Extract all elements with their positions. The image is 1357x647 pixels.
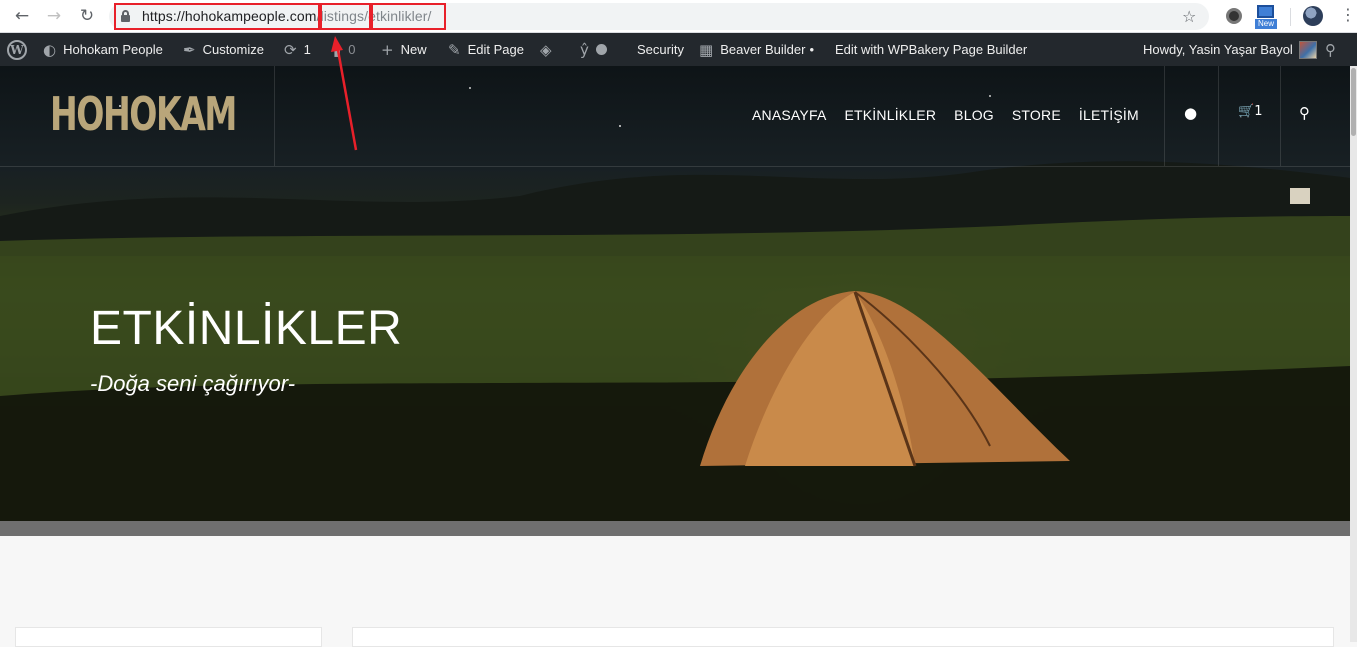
menu-item-store[interactable]: STORE bbox=[1012, 107, 1061, 123]
admin-new[interactable]: + New bbox=[381, 33, 427, 66]
content-area bbox=[0, 536, 1350, 647]
builder-icon: ▦ bbox=[699, 40, 714, 59]
header-cell-divider bbox=[1280, 66, 1281, 166]
sidebar-card bbox=[15, 627, 322, 647]
admin-howdy[interactable]: Howdy, Yasin Yaşar Bayol bbox=[1143, 33, 1317, 66]
menu-kebab-icon[interactable]: ⋮ bbox=[1340, 5, 1356, 24]
admin-beaver-builder[interactable]: ▦ Beaver Builder • bbox=[699, 33, 814, 66]
admin-updates[interactable]: ⟳ 1 bbox=[284, 33, 311, 66]
menu-item-blog[interactable]: BLOG bbox=[954, 107, 994, 123]
admin-yoast[interactable]: ŷ bbox=[580, 33, 621, 66]
profile-avatar[interactable] bbox=[1303, 6, 1323, 26]
screenshot-extension-icon[interactable]: New bbox=[1255, 5, 1277, 29]
back-arrow-icon[interactable]: ← bbox=[11, 5, 33, 27]
admin-search-icon[interactable]: ⚲ bbox=[1325, 33, 1343, 66]
brush-icon: ✒ bbox=[183, 40, 196, 59]
header-cell-divider bbox=[1164, 66, 1165, 166]
scrollbar-thumb[interactable] bbox=[1351, 68, 1356, 136]
wp-admin-bar: W ◐ Hohokam People ✒ Customize ⟳ 1 ▮ 0 + New … bbox=[0, 33, 1357, 66]
user-icon[interactable]: ● bbox=[1184, 104, 1197, 122]
toolbar-divider bbox=[1290, 8, 1291, 26]
admin-site-name[interactable]: ◐ Hohokam People bbox=[43, 33, 163, 66]
user-avatar bbox=[1298, 40, 1317, 59]
wordpress-logo-icon[interactable]: W bbox=[7, 33, 27, 66]
reload-icon[interactable]: ↻ bbox=[76, 5, 98, 27]
lock-icon bbox=[121, 10, 130, 22]
pencil-icon: ✎ bbox=[448, 40, 461, 59]
hero-bottom-band bbox=[0, 521, 1350, 536]
site-logo[interactable]: HOHOKAM bbox=[50, 89, 237, 139]
forward-arrow-icon[interactable]: → bbox=[43, 5, 65, 27]
refresh-icon: ⟳ bbox=[284, 40, 297, 59]
menu-item-anasayfa[interactable]: ANASAYFA bbox=[752, 107, 826, 123]
menu-item-etkinlikler[interactable]: ETKİNLİKLER bbox=[844, 107, 936, 123]
admin-customize[interactable]: ✒ Customize bbox=[183, 33, 264, 66]
extension-icon[interactable] bbox=[1226, 8, 1242, 24]
admin-edit-page[interactable]: ✎ Edit Page bbox=[448, 33, 524, 66]
plus-icon: + bbox=[381, 40, 394, 59]
page-subtitle: -Doğa seni çağırıyor- bbox=[90, 371, 296, 396]
bookmark-star-icon[interactable]: ☆ bbox=[1182, 7, 1196, 26]
comment-icon: ▮ bbox=[333, 40, 342, 59]
address-bar[interactable]: https://hohokampeople.com/listings/etkin… bbox=[109, 3, 1209, 30]
listing-card bbox=[352, 627, 1334, 647]
admin-security[interactable]: Security bbox=[637, 33, 684, 66]
plugin-diamond-icon[interactable]: ◈ bbox=[540, 33, 559, 66]
menu-item-iletisim[interactable]: İLETİŞİM bbox=[1079, 107, 1139, 123]
search-icon[interactable]: ⚲ bbox=[1299, 104, 1310, 122]
yoast-icon: ŷ bbox=[580, 40, 589, 59]
cart-icon[interactable]: 🛒1 bbox=[1238, 104, 1262, 119]
url-text: https://hohokampeople.com/listings/etkin… bbox=[142, 8, 432, 24]
seo-status-dot bbox=[595, 44, 607, 55]
admin-comments[interactable]: ▮ 0 bbox=[333, 33, 356, 66]
header-divider bbox=[0, 166, 1350, 167]
page-title: ETKİNLİKLER bbox=[90, 302, 403, 355]
header-cell-divider bbox=[1218, 66, 1219, 166]
logo-divider bbox=[274, 66, 275, 166]
main-menu: ANASAYFA ETKİNLİKLER BLOG STORE İLETİŞİM bbox=[752, 107, 1157, 123]
hero-section: HOHOKAM ANASAYFA ETKİNLİKLER BLOG STORE … bbox=[0, 66, 1350, 521]
dashboard-icon: ◐ bbox=[43, 40, 57, 59]
browser-toolbar: ← → ↻ https://hohokampeople.com/listings… bbox=[0, 0, 1357, 33]
admin-wpbakery[interactable]: Edit with WPBakery Page Builder bbox=[835, 33, 1027, 66]
page-scrollbar[interactable] bbox=[1350, 66, 1357, 642]
